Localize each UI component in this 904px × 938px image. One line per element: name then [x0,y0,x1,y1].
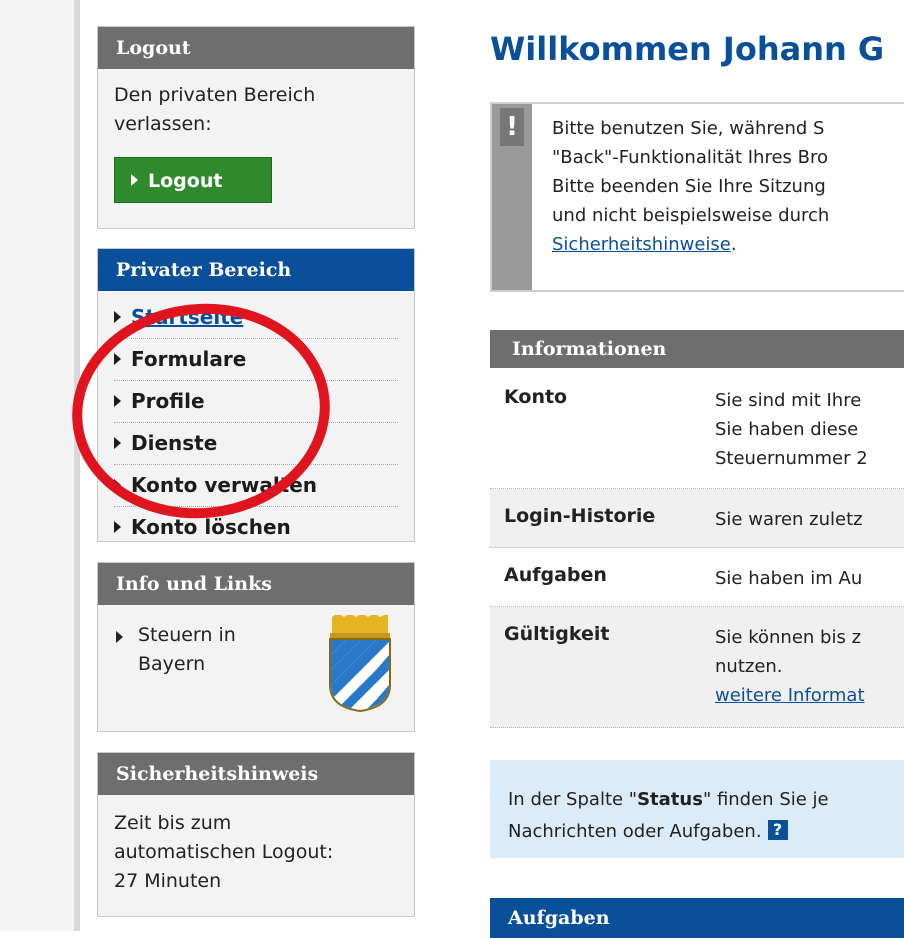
status-hint-post: " finden Sie je [702,789,829,810]
notice-line1: Bitte benutzen Sie, während S [552,118,825,139]
arrow-right-icon [114,436,121,449]
logout-timer-line1: Zeit bis zum [114,812,232,834]
notice-line4: und nicht beispielsweise durch [552,205,830,226]
info-value: Sie waren zuletz [715,509,863,530]
nav-item-startseite[interactable]: Startseite [114,297,398,339]
notice-line2: "Back"-Funktionalität Ihres Bro [552,147,829,168]
info-links-title: Info und Links [98,563,414,605]
nav-item-label: Startseite [131,305,244,329]
info-row-gueltigkeit: Gültigkeit Sie können bis z nutzen. weit… [490,607,904,728]
status-hint-text: In der Spalte "Status" finden Sie je Nac… [508,784,829,848]
info-row-konto: Konto Sie sind mit Ihre Sie haben diese … [490,368,904,489]
security-notice-box: Sicherheitshinweis Zeit bis zum automati… [97,752,415,917]
exclamation-icon: ! [500,108,524,146]
nav-item-label: Konto verwalten [131,473,318,497]
info-links-body: Steuern in Bayern [98,605,414,713]
help-icon[interactable]: ? [767,820,788,840]
info-label: Aufgaben [504,564,607,586]
status-hint-box: In der Spalte "Status" finden Sie je Nac… [490,760,904,858]
info-row-login-historie: Login-Historie Sie waren zuletz [490,489,904,548]
nav-item-konto-verwalten[interactable]: Konto verwalten [114,465,398,507]
info-value: Sie sind mit Ihre Sie haben diese Steuer… [715,386,868,473]
logout-text-line2: verlassen: [114,113,212,135]
info-links-box: Info und Links Steuern in Bayern [97,562,415,732]
arrow-right-icon [114,520,121,533]
warning-notice: ! Bitte benutzen Sie, während S "Back"-F… [490,102,904,292]
logout-button[interactable]: Logout [114,157,272,203]
arrow-right-icon [114,352,121,365]
arrow-right-icon [116,631,123,643]
info-value-line: nutzen. [715,656,783,677]
nav-item-label: Profile [131,389,205,413]
notice-sidebar: ! [492,104,532,290]
bavaria-coat-of-arms-icon [329,615,391,713]
page-title: Willkommen Johann G [490,30,885,68]
info-row-aufgaben: Aufgaben Sie haben im Au [490,548,904,607]
info-label: Konto [504,386,568,408]
aufgaben-header: Aufgaben [490,898,904,938]
info-value-line: Sie sind mit Ihre [715,390,862,411]
status-hint-line2: Nachrichten oder Aufgaben.? [508,816,829,848]
private-area-title: Privater Bereich [98,249,414,291]
logout-box-title: Logout [98,27,414,69]
info-label: Login-Historie [504,505,656,527]
private-area-box: Privater Bereich Startseite Formulare Pr… [97,248,415,542]
info-value-line: Sie können bis z [715,627,862,648]
logout-box: Logout Den privaten Bereich verlassen: L… [97,26,415,229]
arrow-right-icon [131,173,138,186]
more-info-link[interactable]: weitere Informat [715,685,865,706]
info-value-line: Steuernummer 2 [715,448,868,469]
logout-box-body: Den privaten Bereich verlassen: Logout [98,69,414,215]
info-value: Sie können bis z nutzen. weitere Informa… [715,623,865,710]
logout-timer-line2: automatischen Logout: [114,841,334,863]
status-hint-bold: Status [637,789,703,810]
arrow-right-icon [114,478,121,491]
info-label: Gültigkeit [504,623,610,645]
status-hint-line1: In der Spalte "Status" finden Sie je [508,784,829,816]
info-value-line: Sie haben diese [715,419,859,440]
nav-item-konto-loeschen[interactable]: Konto löschen [114,507,398,548]
nav-item-label: Dienste [131,431,218,455]
nav-item-formulare[interactable]: Formulare [114,339,398,381]
logout-text-line1: Den privaten Bereich [114,84,316,106]
security-notice-body: Zeit bis zum automatischen Logout: 27 Mi… [98,795,414,908]
info-value: Sie haben im Au [715,568,863,589]
logout-button-label: Logout [148,170,223,192]
arrow-right-icon [114,394,121,407]
information-table: Konto Sie sind mit Ihre Sie haben diese … [490,368,904,728]
status-hint-line2-text: Nachrichten oder Aufgaben. [508,821,762,842]
nav-item-label: Konto löschen [131,515,291,539]
private-nav: Startseite Formulare Profile Dienste Kon… [98,291,414,548]
nav-item-profile[interactable]: Profile [114,381,398,423]
nav-item-label: Formulare [131,347,247,371]
information-header: Informationen [490,330,904,368]
arrow-right-icon [114,310,121,323]
notice-line5: Sicherheitshinweise. [552,230,829,259]
left-margin [0,0,78,931]
status-hint-pre: In der Spalte " [508,789,638,810]
notice-line3: Bitte beenden Sie Ihre Sitzung [552,176,826,197]
notice-text: Bitte benutzen Sie, während S "Back"-Fun… [552,114,829,259]
notice-link-suffix: . [730,234,737,255]
logout-timer-minutes: 27 Minuten [114,870,222,892]
left-divider [74,0,80,931]
nav-item-dienste[interactable]: Dienste [114,423,398,465]
security-notice-title: Sicherheitshinweis [98,753,414,795]
security-hints-link[interactable]: Sicherheitshinweise [552,234,731,255]
